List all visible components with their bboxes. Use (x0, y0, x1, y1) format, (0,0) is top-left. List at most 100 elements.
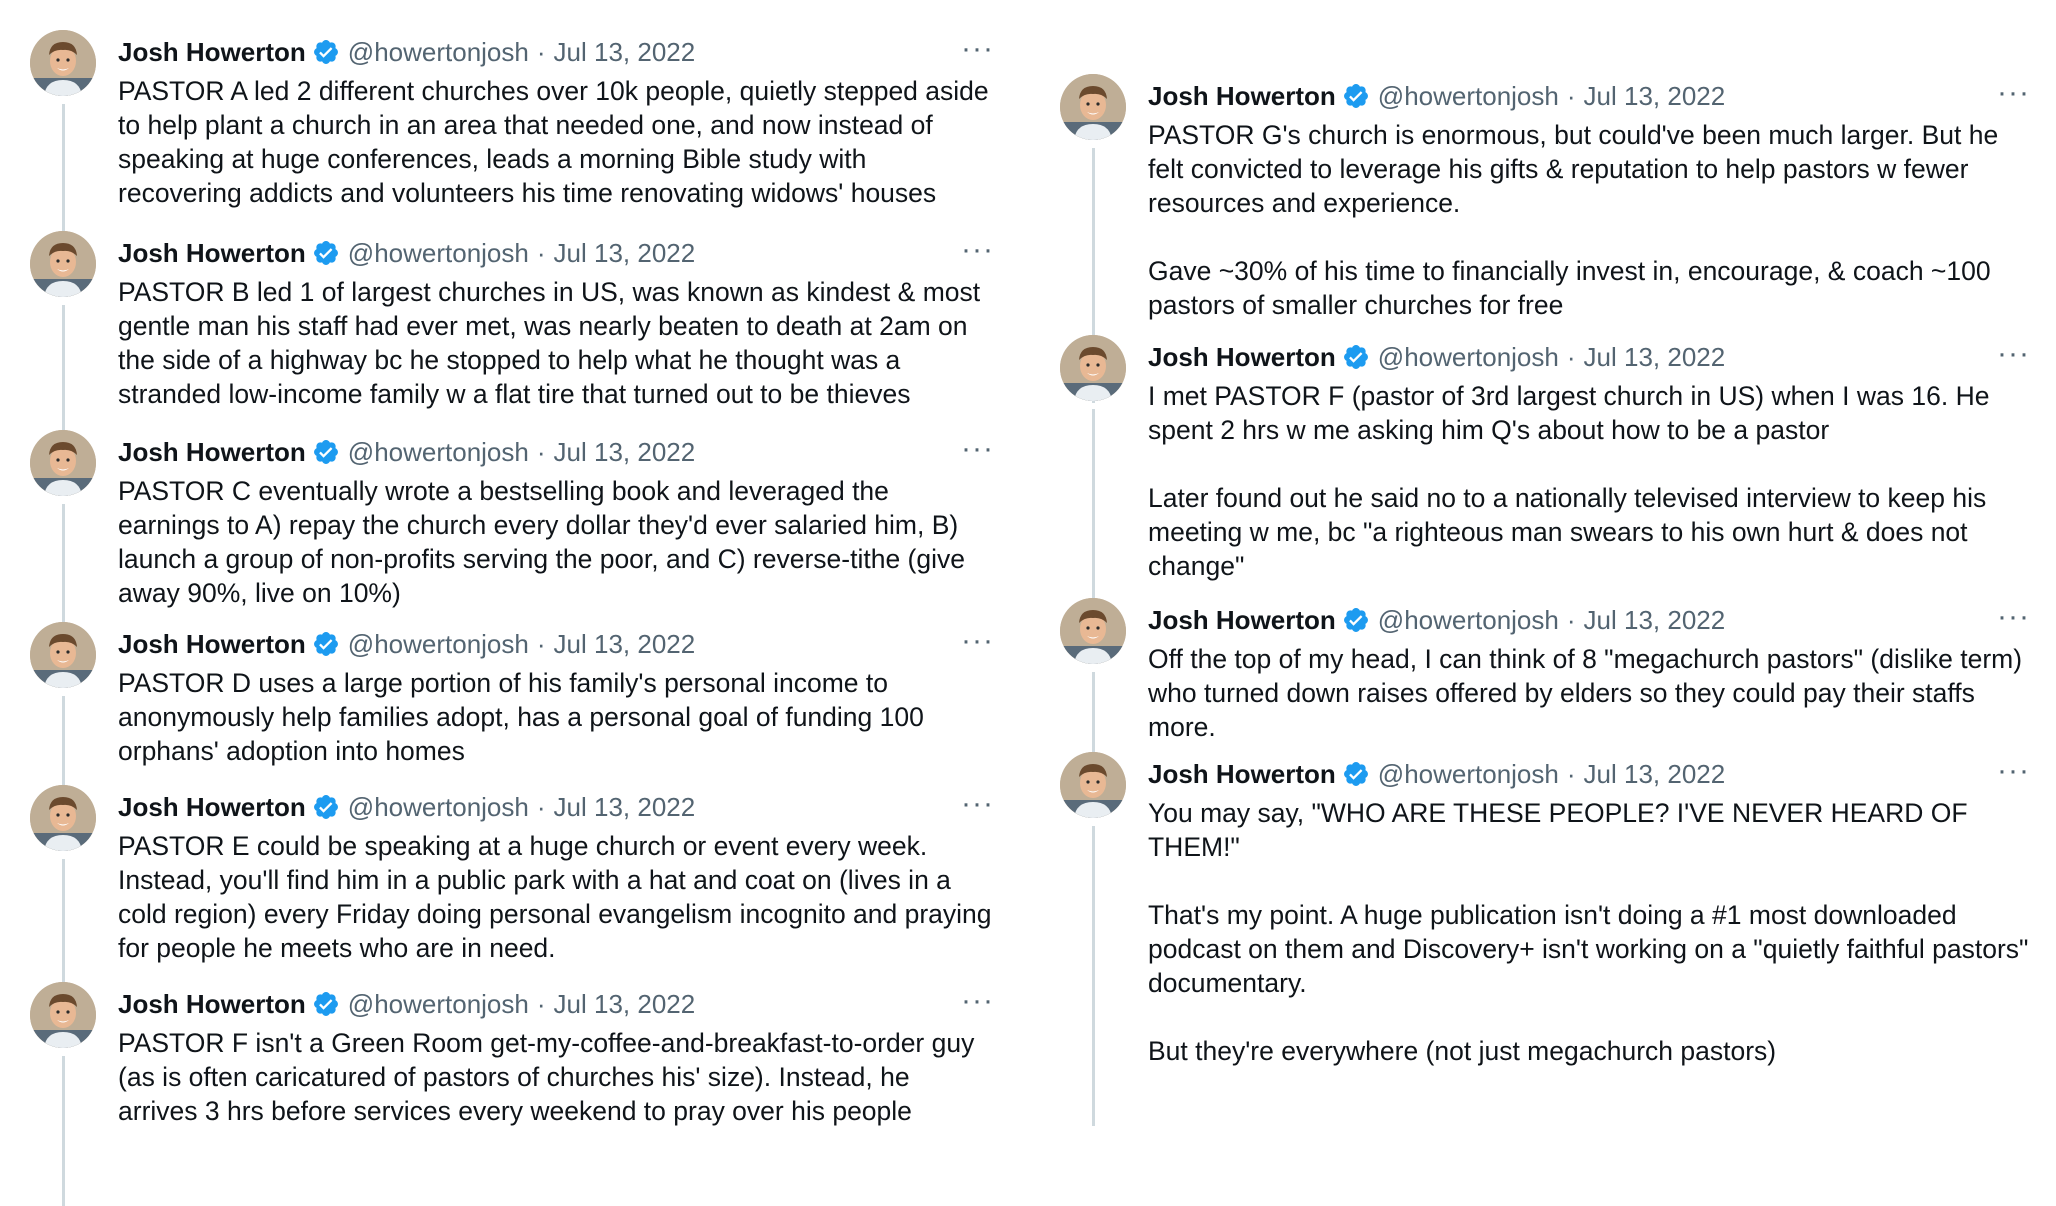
separator-dot: · (536, 436, 546, 467)
tweet-date[interactable]: Jul 13, 2022 (554, 437, 696, 468)
author-name[interactable]: Josh Howerton (118, 792, 306, 823)
author-handle[interactable]: @howertonjosh (348, 792, 529, 823)
tweet-paragraph: Gave ~30% of his time to financially inv… (1148, 256, 1991, 320)
tweet-paragraph: Later found out he said no to a national… (1148, 483, 1987, 581)
verified-badge-icon (312, 38, 340, 66)
author-handle[interactable]: @howertonjosh (348, 989, 529, 1020)
separator-dot: · (536, 791, 546, 822)
avatar[interactable] (30, 982, 96, 1048)
tweet-text: I met PASTOR F (pastor of 3rd largest ch… (1148, 379, 2030, 583)
tweet-header: Josh Howerton @howertonjosh · Jul 13, 2022 (1148, 74, 2030, 118)
tweet-text: PASTOR A led 2 different churches over 1… (118, 74, 994, 210)
more-options-icon[interactable]: ··· (1997, 602, 2030, 632)
verified-badge-icon (1342, 606, 1370, 634)
more-options-icon[interactable]: ··· (1997, 756, 2030, 786)
tweet-text: PASTOR C eventually wrote a bestselling … (118, 474, 994, 610)
verified-badge-icon (1342, 760, 1370, 788)
separator-dot: · (536, 628, 546, 659)
author-handle[interactable]: @howertonjosh (1378, 342, 1559, 373)
tweet-body: Josh Howerton @howertonjosh · Jul 13, 2022… (1148, 335, 2030, 583)
tweet-paragraph: But they're everywhere (not just megachu… (1148, 1036, 1777, 1066)
avatar[interactable] (30, 622, 96, 688)
author-name[interactable]: Josh Howerton (1148, 759, 1336, 790)
tweet-paragraph: PASTOR E could be speaking at a huge chu… (118, 831, 992, 963)
avatar[interactable] (30, 430, 96, 496)
tweet-date[interactable]: Jul 13, 2022 (554, 629, 696, 660)
tweet-date[interactable]: Jul 13, 2022 (554, 989, 696, 1020)
tweet-date[interactable]: Jul 13, 2022 (554, 238, 696, 269)
author-name[interactable]: Josh Howerton (118, 37, 306, 68)
tweet-body: Josh Howerton @howertonjosh · Jul 13, 2022… (1148, 74, 2030, 322)
tweet-body: Josh Howerton @howertonjosh · Jul 13, 2022… (118, 231, 994, 411)
tweet-header: Josh Howerton @howertonjosh · Jul 13, 2022 (118, 622, 994, 666)
thread-connector-line (1092, 826, 1095, 1126)
tweet-date[interactable]: Jul 13, 2022 (1584, 759, 1726, 790)
tweet-header: Josh Howerton @howertonjosh · Jul 13, 2022 (118, 430, 994, 474)
tweet-text: PASTOR D uses a large portion of his fam… (118, 666, 994, 768)
verified-badge-icon (312, 630, 340, 658)
tweet-header: Josh Howerton @howertonjosh · Jul 13, 2022 (118, 982, 994, 1026)
tweet-text: PASTOR F isn't a Green Room get-my-coffe… (118, 1026, 994, 1128)
more-options-icon[interactable]: ··· (961, 986, 994, 1016)
tweet-paragraph: I met PASTOR F (pastor of 3rd largest ch… (1148, 381, 1990, 445)
tweet-header: Josh Howerton @howertonjosh · Jul 13, 2022 (118, 785, 994, 829)
author-handle[interactable]: @howertonjosh (348, 437, 529, 468)
more-options-icon[interactable]: ··· (961, 626, 994, 656)
tweet-paragraph: PASTOR G's church is enormous, but could… (1148, 120, 1999, 218)
avatar[interactable] (1060, 598, 1126, 664)
verified-badge-icon (1342, 82, 1370, 110)
verified-badge-icon (312, 239, 340, 267)
author-name[interactable]: Josh Howerton (118, 437, 306, 468)
thread-connector-line (62, 1056, 65, 1206)
avatar[interactable] (1060, 335, 1126, 401)
tweet-date[interactable]: Jul 13, 2022 (1584, 342, 1726, 373)
tweet-paragraph: PASTOR F isn't a Green Room get-my-coffe… (118, 1028, 975, 1126)
author-handle[interactable]: @howertonjosh (348, 37, 529, 68)
more-options-icon[interactable]: ··· (961, 789, 994, 819)
author-name[interactable]: Josh Howerton (118, 629, 306, 660)
more-options-icon[interactable]: ··· (961, 34, 994, 64)
tweet-body: Josh Howerton @howertonjosh · Jul 13, 2022… (118, 785, 994, 965)
avatar[interactable] (1060, 74, 1126, 140)
separator-dot: · (1566, 604, 1576, 635)
verified-badge-icon (312, 438, 340, 466)
separator-dot: · (1566, 341, 1576, 372)
tweet-date[interactable]: Jul 13, 2022 (1584, 81, 1726, 112)
avatar[interactable] (1060, 752, 1126, 818)
author-name[interactable]: Josh Howerton (118, 989, 306, 1020)
more-options-icon[interactable]: ··· (1997, 339, 2030, 369)
tweet-date[interactable]: Jul 13, 2022 (554, 37, 696, 68)
avatar[interactable] (30, 785, 96, 851)
tweet-text: PASTOR E could be speaking at a huge chu… (118, 829, 994, 965)
avatar[interactable] (30, 231, 96, 297)
author-name[interactable]: Josh Howerton (1148, 81, 1336, 112)
tweet-body: Josh Howerton @howertonjosh · Jul 13, 2022… (118, 622, 994, 768)
author-handle[interactable]: @howertonjosh (348, 629, 529, 660)
avatar[interactable] (30, 30, 96, 96)
more-options-icon[interactable]: ··· (961, 434, 994, 464)
tweet-header: Josh Howerton @howertonjosh · Jul 13, 2022 (118, 30, 994, 74)
author-name[interactable]: Josh Howerton (1148, 605, 1336, 636)
tweet-date[interactable]: Jul 13, 2022 (1584, 605, 1726, 636)
tweet-text: You may say, "WHO ARE THESE PEOPLE? I'VE… (1148, 796, 2030, 1068)
author-handle[interactable]: @howertonjosh (348, 238, 529, 269)
tweet-paragraph: PASTOR B led 1 of largest churches in US… (118, 277, 981, 409)
separator-dot: · (536, 988, 546, 1019)
more-options-icon[interactable]: ··· (1997, 78, 2030, 108)
tweet-date[interactable]: Jul 13, 2022 (554, 792, 696, 823)
more-options-icon[interactable]: ··· (961, 235, 994, 265)
author-name[interactable]: Josh Howerton (118, 238, 306, 269)
author-name[interactable]: Josh Howerton (1148, 342, 1336, 373)
tweet-header: Josh Howerton @howertonjosh · Jul 13, 2022 (118, 231, 994, 275)
tweet-text: Off the top of my head, I can think of 8… (1148, 642, 2030, 744)
thread-connector-line (1092, 672, 1095, 757)
tweet-text: PASTOR G's church is enormous, but could… (1148, 118, 2030, 322)
author-handle[interactable]: @howertonjosh (1378, 759, 1559, 790)
tweet-body: Josh Howerton @howertonjosh · Jul 13, 2022… (118, 430, 994, 610)
separator-dot: · (1566, 758, 1576, 789)
verified-badge-icon (312, 990, 340, 1018)
author-handle[interactable]: @howertonjosh (1378, 605, 1559, 636)
author-handle[interactable]: @howertonjosh (1378, 81, 1559, 112)
tweet-paragraph: You may say, "WHO ARE THESE PEOPLE? I'VE… (1148, 798, 1968, 862)
tweet-header: Josh Howerton @howertonjosh · Jul 13, 2022 (1148, 752, 2030, 796)
